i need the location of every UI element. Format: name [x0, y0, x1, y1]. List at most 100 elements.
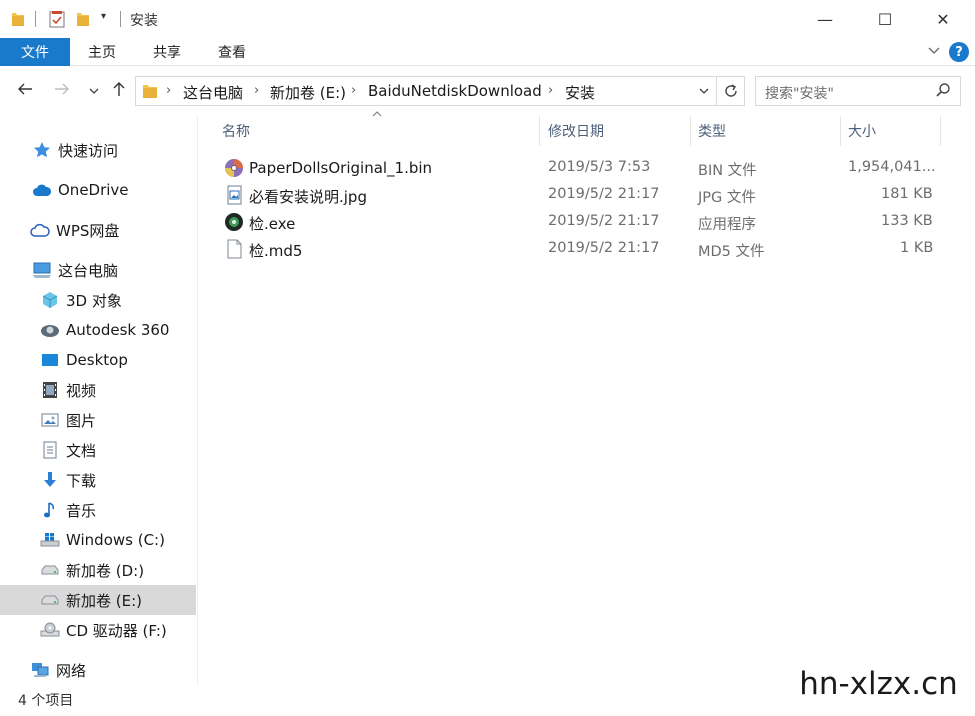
- file-type: BIN 文件: [698, 163, 757, 179]
- sidebar-item-label: 新加卷 (D:): [66, 561, 145, 580]
- sidebar-item-drive-c[interactable]: Windows (C:): [0, 525, 196, 555]
- sidebar-item-3d-objects[interactable]: 3D 对象: [0, 285, 196, 315]
- column-header-name[interactable]: 名称: [222, 116, 538, 146]
- file-date: 2019/5/2 21:17: [548, 213, 660, 229]
- drive-icon: [40, 590, 60, 610]
- download-icon: [40, 470, 60, 490]
- sidebar-item-onedrive[interactable]: OneDrive: [0, 175, 196, 205]
- blank-file-icon: [224, 239, 244, 259]
- close-button[interactable]: ✕: [913, 0, 973, 38]
- sidebar-item-label: 音乐: [66, 501, 97, 520]
- tab-home[interactable]: 主页: [88, 38, 116, 66]
- computer-icon: [32, 260, 52, 280]
- breadcrumb-drive-e[interactable]: 新加卷 (E:): [270, 82, 346, 103]
- tab-file[interactable]: 文件: [0, 38, 70, 66]
- network-icon: [30, 660, 50, 680]
- quick-access-dropdown-icon[interactable]: ▾: [101, 11, 106, 22]
- address-dropdown-icon[interactable]: [698, 85, 710, 100]
- sidebar-item-pictures[interactable]: 图片: [0, 405, 196, 435]
- chevron-down-icon[interactable]: [927, 44, 941, 62]
- refresh-icon: [724, 84, 737, 97]
- sidebar-item-wps[interactable]: WPS网盘: [0, 215, 196, 245]
- refresh-button[interactable]: [716, 77, 744, 105]
- file-type: 应用程序: [698, 217, 756, 233]
- image-file-icon: [224, 185, 244, 205]
- sidebar-item-label: Desktop: [66, 351, 128, 369]
- recent-locations-icon[interactable]: [88, 82, 100, 102]
- windows-drive-icon: [40, 530, 60, 550]
- help-button[interactable]: ?: [949, 42, 969, 62]
- app-icon: [224, 212, 244, 232]
- table-row[interactable]: 必看安装说明.jpg 2019/5/2 21:17 JPG 文件 181 KB: [220, 182, 940, 209]
- sidebar-item-videos[interactable]: 视频: [0, 375, 196, 405]
- sidebar-item-desktop[interactable]: Desktop: [0, 345, 196, 375]
- new-folder-icon[interactable]: [75, 10, 91, 32]
- breadcrumb-separator-icon[interactable]: ›: [351, 83, 356, 98]
- sidebar-item-label: 3D 对象: [66, 291, 122, 310]
- search-icon[interactable]: [935, 82, 951, 102]
- tab-view[interactable]: 查看: [218, 38, 246, 66]
- sidebar-item-documents[interactable]: 文档: [0, 435, 196, 465]
- breadcrumb-baidu[interactable]: BaiduNetdiskDownload: [368, 82, 542, 100]
- column-header-date[interactable]: 修改日期: [548, 116, 688, 146]
- sidebar-item-label: CD 驱动器 (F:): [66, 621, 167, 640]
- minimize-button[interactable]: —: [795, 0, 855, 38]
- folder-icon: [10, 10, 26, 32]
- column-header-type[interactable]: 类型: [698, 116, 838, 146]
- breadcrumb-separator-icon[interactable]: ›: [254, 83, 259, 98]
- up-arrow-icon[interactable]: [110, 80, 128, 103]
- file-date: 2019/5/2 21:17: [548, 186, 660, 202]
- tab-share[interactable]: 共享: [153, 38, 181, 66]
- drive-icon: [40, 560, 60, 580]
- video-icon: [40, 380, 60, 400]
- table-row[interactable]: PaperDollsOriginal_1.bin 2019/5/3 7:53 B…: [220, 155, 940, 182]
- ribbon-tabs: 文件 主页 共享 查看 ?: [0, 38, 975, 66]
- search-input[interactable]: 搜索"安装": [755, 76, 961, 106]
- sidebar-item-label: 新加卷 (E:): [66, 591, 143, 610]
- help-icon: ?: [949, 42, 969, 62]
- column-header-size[interactable]: 大小: [848, 116, 938, 146]
- sidebar-item-cd-drive[interactable]: CD 驱动器 (F:): [0, 615, 196, 645]
- star-icon: [32, 140, 52, 160]
- properties-icon[interactable]: [48, 10, 66, 32]
- sidebar-item-label: 图片: [66, 411, 97, 430]
- sidebar-item-quick-access[interactable]: 快速访问: [0, 135, 196, 165]
- sidebar-item-downloads[interactable]: 下载: [0, 465, 196, 495]
- file-date: 2019/5/3 7:53: [548, 159, 651, 175]
- sidebar-item-label: 网络: [56, 661, 87, 680]
- cloud-icon: [32, 180, 52, 200]
- autodesk-icon: [40, 320, 60, 340]
- sidebar-item-label: 这台电脑: [58, 261, 119, 280]
- sidebar-item-music[interactable]: 音乐: [0, 495, 196, 525]
- breadcrumb-current[interactable]: 安装: [565, 82, 595, 103]
- sidebar-item-label: 文档: [66, 441, 97, 460]
- file-date: 2019/5/2 21:17: [548, 240, 660, 256]
- file-name: 检.exe: [249, 215, 296, 233]
- sidebar-item-this-pc[interactable]: 这台电脑: [0, 255, 196, 285]
- title-bar: ▾ 安装 — ☐ ✕: [0, 0, 975, 38]
- sidebar-item-drive-e[interactable]: 新加卷 (E:): [0, 585, 196, 615]
- table-row[interactable]: 检.md5 2019/5/2 21:17 MD5 文件 1 KB: [220, 236, 940, 263]
- sidebar-item-label: Windows (C:): [66, 531, 165, 549]
- breadcrumb-separator-icon[interactable]: ›: [166, 83, 171, 98]
- file-type: JPG 文件: [698, 190, 756, 206]
- forward-arrow-icon[interactable]: [53, 80, 71, 103]
- maximize-button[interactable]: ☐: [855, 0, 915, 38]
- search-placeholder: 搜索"安装": [765, 86, 834, 102]
- watermark: hn-xlzx.cn: [782, 652, 975, 716]
- sidebar-item-label: WPS网盘: [56, 221, 120, 240]
- breadcrumb-this-pc[interactable]: 这台电脑: [183, 82, 243, 103]
- sidebar-item-drive-d[interactable]: 新加卷 (D:): [0, 555, 196, 585]
- picture-icon: [40, 410, 60, 430]
- table-row[interactable]: 检.exe 2019/5/2 21:17 应用程序 133 KB: [220, 209, 940, 236]
- sidebar-item-network[interactable]: 网络: [0, 655, 196, 685]
- back-arrow-icon[interactable]: [16, 80, 34, 103]
- sidebar-item-label: 下载: [66, 471, 97, 490]
- breadcrumb-separator-icon[interactable]: ›: [548, 83, 553, 98]
- sidebar-item-autodesk[interactable]: Autodesk 360: [0, 315, 196, 345]
- item-count: 4 个项目: [18, 693, 74, 709]
- address-bar[interactable]: › 这台电脑 › 新加卷 (E:) › BaiduNetdiskDownload…: [135, 76, 745, 106]
- file-name: PaperDollsOriginal_1.bin: [249, 159, 433, 177]
- disc-image-icon: [224, 158, 244, 178]
- sidebar-item-label: 视频: [66, 381, 97, 400]
